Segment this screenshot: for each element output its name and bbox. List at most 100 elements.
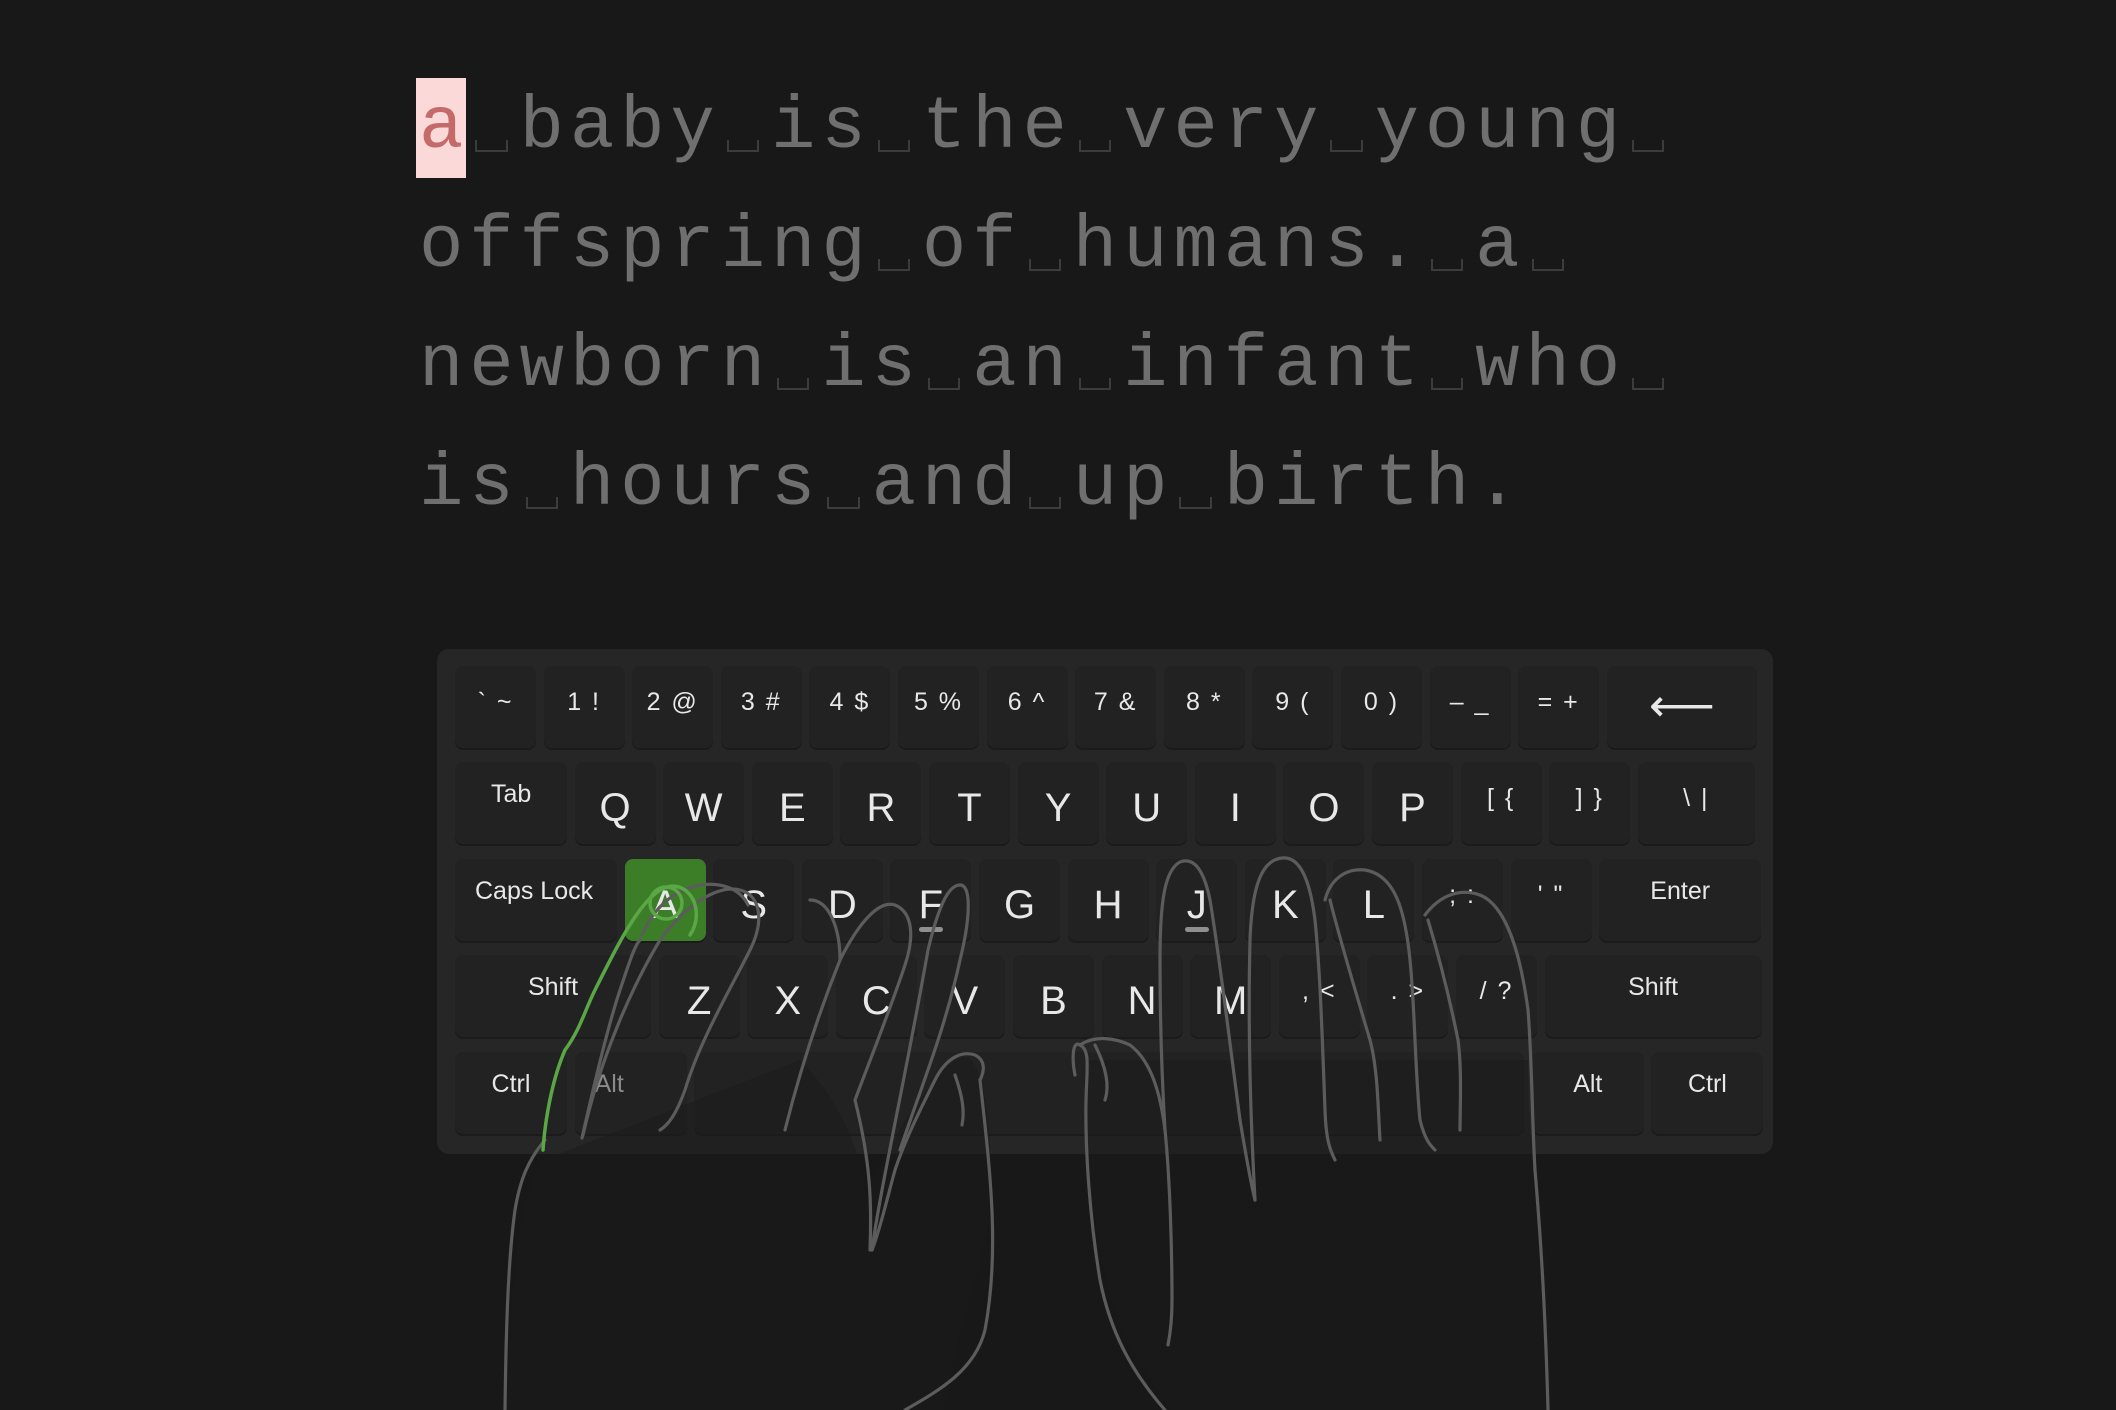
key-label: 1 ! <box>567 688 601 716</box>
key-t[interactable]: T <box>929 762 1010 844</box>
text-line: newborn is an infant who <box>416 316 1716 435</box>
key-m[interactable]: M <box>1190 955 1272 1037</box>
space-char <box>517 435 567 535</box>
key-label: U <box>1132 786 1162 830</box>
pending-char: i <box>1123 324 1168 408</box>
shift-key[interactable]: Shift <box>455 955 651 1037</box>
symbol-key[interactable]: – _ <box>1429 666 1511 748</box>
key-k[interactable]: K <box>1244 859 1326 941</box>
pending-char: . <box>1475 443 1520 527</box>
space-char <box>466 78 516 178</box>
key-label: Shift <box>1628 973 1679 1001</box>
key-g[interactable]: G <box>979 859 1060 941</box>
key-r[interactable]: R <box>840 762 922 844</box>
home-row-marker <box>918 927 943 932</box>
symbol-key[interactable]: 1 ! <box>543 666 625 748</box>
symbol-key[interactable]: 0 ) <box>1341 666 1422 748</box>
symbol-key[interactable]: = + <box>1518 666 1600 748</box>
key-label: Shift <box>527 973 579 1001</box>
key-l[interactable]: L <box>1333 859 1415 941</box>
symbol-key[interactable]: 8 * <box>1163 666 1245 748</box>
pending-char: t <box>921 86 967 170</box>
key-label: , < <box>1302 977 1337 1005</box>
pending-char: a <box>972 324 1017 408</box>
key-p[interactable]: P <box>1372 762 1453 844</box>
symbol-key[interactable]: 7 & <box>1075 666 1157 748</box>
key-label: 5 % <box>913 688 964 716</box>
alt-key[interactable]: Alt <box>574 1052 687 1134</box>
pending-char: w <box>1475 324 1520 408</box>
symbol-key[interactable]: . > <box>1367 955 1449 1037</box>
space-char <box>1623 316 1673 416</box>
symbol-key[interactable]: 4 $ <box>809 666 891 748</box>
key-w[interactable]: W <box>663 762 745 844</box>
key-j[interactable]: J <box>1156 859 1238 941</box>
tab-key[interactable]: Tab <box>455 762 567 844</box>
pending-char: u <box>1123 205 1168 289</box>
pending-char: s <box>821 86 866 170</box>
symbol-key[interactable]: 3 # <box>720 666 802 748</box>
pending-char: y <box>1374 86 1419 170</box>
text-line: offspring of humans. a <box>416 197 1716 316</box>
key-f[interactable]: F <box>890 859 972 941</box>
key-y[interactable]: Y <box>1017 762 1099 844</box>
space-char <box>818 435 868 535</box>
pending-char: o <box>418 205 464 289</box>
symbol-key[interactable]: 5 % <box>898 666 979 748</box>
pending-char: g <box>821 205 866 289</box>
key-a[interactable]: A <box>624 859 706 941</box>
key-q[interactable]: Q <box>574 762 656 844</box>
pending-char: a <box>871 443 917 527</box>
pending-char: y <box>1273 86 1319 170</box>
key-u[interactable]: U <box>1106 762 1188 844</box>
caps-lock-key[interactable]: Caps Lock <box>455 859 617 941</box>
key-label: Enter <box>1650 877 1711 905</box>
key-label: R <box>866 786 896 830</box>
space-key[interactable] <box>694 1052 1525 1134</box>
pending-char: h <box>1072 205 1118 289</box>
key-e[interactable]: E <box>751 762 833 844</box>
pending-char: r <box>1223 86 1269 170</box>
ctrl-key[interactable]: Ctrl <box>1651 1052 1764 1134</box>
pending-char: o <box>1424 86 1470 170</box>
current-char: a <box>416 78 467 178</box>
symbol-key[interactable]: ' " <box>1510 859 1592 941</box>
key-o[interactable]: O <box>1283 762 1365 844</box>
pending-char: r <box>720 443 766 527</box>
key-d[interactable]: D <box>801 859 883 941</box>
symbol-key[interactable]: \ | <box>1637 762 1755 844</box>
ctrl-key[interactable]: Ctrl <box>455 1052 567 1134</box>
symbol-key[interactable]: ] } <box>1549 762 1631 844</box>
space-char <box>919 316 969 416</box>
symbol-key[interactable]: 9 ( <box>1252 666 1334 748</box>
pending-char: h <box>972 86 1017 170</box>
enter-key[interactable]: Enter <box>1599 859 1762 941</box>
shift-key[interactable]: Shift <box>1544 955 1762 1037</box>
symbol-key[interactable]: ` ~ <box>455 666 536 748</box>
pending-char: i <box>771 86 816 170</box>
pending-char: o <box>620 324 665 408</box>
key-z[interactable]: Z <box>658 955 740 1037</box>
key-b[interactable]: B <box>1013 955 1094 1037</box>
alt-key[interactable]: Alt <box>1531 1052 1644 1134</box>
key-h[interactable]: H <box>1067 859 1149 941</box>
symbol-key[interactable]: 2 @ <box>632 666 714 748</box>
key-n[interactable]: N <box>1101 955 1183 1037</box>
symbol-key[interactable]: 6 ^ <box>986 666 1068 748</box>
key-c[interactable]: C <box>835 955 917 1037</box>
key-label: [ { <box>1486 784 1516 812</box>
backspace-key[interactable]: ⟵ <box>1606 666 1757 748</box>
pending-char: n <box>1173 324 1218 408</box>
pending-char: b <box>569 324 615 408</box>
key-i[interactable]: I <box>1194 762 1276 844</box>
symbol-key[interactable]: [ { <box>1460 762 1542 844</box>
typing-text-area[interactable]: a baby is the very young offspring of humans. a ne… <box>416 78 1716 554</box>
key-v[interactable]: V <box>924 955 1006 1037</box>
symbol-key[interactable]: ; : <box>1422 859 1503 941</box>
symbol-key[interactable]: / ? <box>1456 955 1537 1037</box>
symbol-key[interactable]: , < <box>1278 955 1360 1037</box>
pending-char: v <box>1123 86 1168 170</box>
key-x[interactable]: X <box>747 955 829 1037</box>
key-s[interactable]: S <box>713 859 795 941</box>
key-label: ] } <box>1575 784 1604 812</box>
